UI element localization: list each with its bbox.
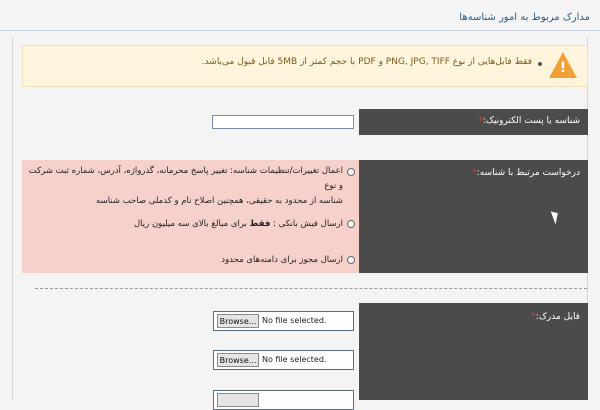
file-input-3[interactable] [213,390,354,410]
file-input-1[interactable]: Browse... No file selected. [213,311,354,331]
warning-exclamation: ! [559,60,567,76]
id-label-cell: شناسه یا پست الکترونیک:* [359,109,588,135]
file-label: فایل مدرک:* [531,312,580,322]
option-settings-radio[interactable] [347,168,355,176]
title-divider [0,30,600,31]
browse-button[interactable]: Browse... [217,314,259,328]
bullet-icon [538,62,542,66]
frame-border-left [12,38,13,400]
option-settings-text: اعمال تغییرات/تنظیمات شناسه: تغییر پاسخ … [28,166,343,206]
option-bank-text: ارسال فیش بانکی : فقط برای مبالغ بالای س… [134,219,343,229]
section-divider [35,288,587,289]
id-input[interactable] [212,115,354,129]
no-file-text: No file selected. [262,355,327,364]
browse-button[interactable] [217,393,259,407]
id-label: شناسه یا پست الکترونیک:* [478,116,580,126]
browse-button[interactable]: Browse... [217,353,259,367]
request-label: درخواست مرتبط با شناسه:* [472,168,580,178]
request-options: اعمال تغییرات/تنظیمات شناسه: تغییر پاسخ … [22,160,359,273]
option-domain-radio[interactable] [347,256,355,264]
file-type-notice: ! فقط فایل‌هایی از نوع PNG, JPG, TIFF و … [22,45,588,87]
file-label-cell: فایل مدرک:* [359,303,588,400]
page-title: مدارک مربوط به امور شناسه‌ها [459,12,590,23]
notice-text: فقط فایل‌هایی از نوع PNG, JPG, TIFF و PD… [201,57,532,67]
file-input-2[interactable]: Browse... No file selected. [213,350,354,370]
option-domain-text: ارسال مجوز برای دامنه‌های محدود [221,255,343,265]
no-file-text: No file selected. [262,316,327,325]
option-bank-radio[interactable] [347,220,355,228]
